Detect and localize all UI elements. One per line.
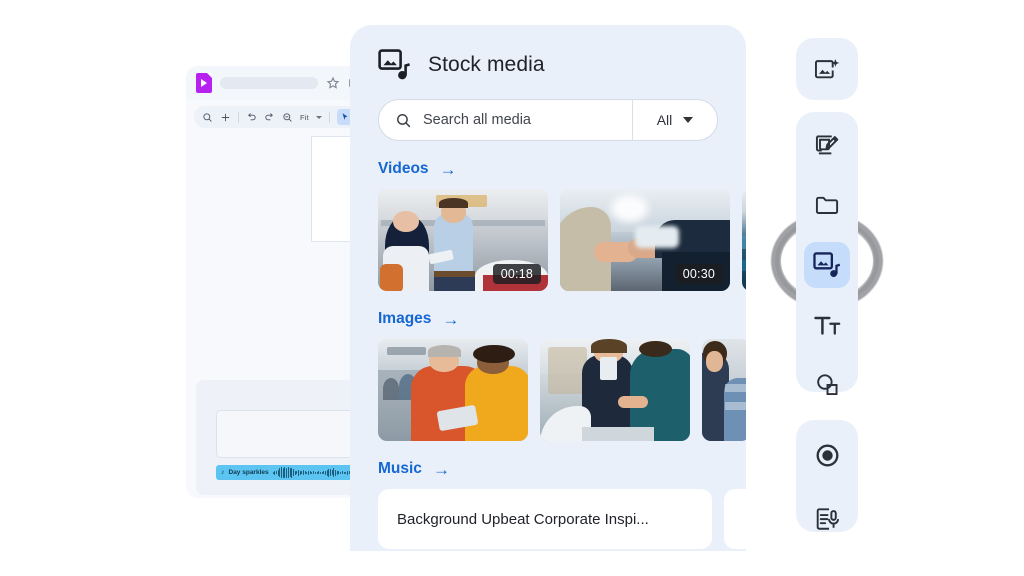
record-button[interactable] bbox=[804, 432, 850, 478]
editor-toolbar[interactable]: Fit bbox=[194, 106, 358, 128]
redo-icon[interactable] bbox=[264, 112, 275, 123]
toolbar-divider-2 bbox=[328, 111, 330, 123]
chevron-down-icon bbox=[683, 117, 694, 123]
script-voiceover-icon bbox=[815, 507, 840, 532]
panel-header: Stock media bbox=[378, 25, 718, 81]
rail-group-generate bbox=[796, 38, 858, 100]
section-title: Music bbox=[378, 460, 422, 477]
image-thumbnail[interactable] bbox=[378, 339, 528, 441]
draw-edit-icon bbox=[815, 133, 840, 158]
arrow-right-icon[interactable]: → bbox=[442, 311, 459, 328]
video-thumbnail-partial[interactable] bbox=[742, 189, 746, 291]
music-card[interactable]: Background Upbeat Corporate Inspi... bbox=[378, 489, 712, 549]
shapes-icon bbox=[815, 373, 840, 398]
chevron-down-icon[interactable] bbox=[315, 115, 322, 119]
shapes-button[interactable] bbox=[804, 362, 850, 408]
section-header-images[interactable]: Images → bbox=[378, 310, 718, 328]
video-thumbnail[interactable]: 00:30 bbox=[560, 189, 730, 291]
script-voiceover-button[interactable] bbox=[804, 496, 850, 542]
stock-media-icon bbox=[378, 49, 412, 81]
filter-selected-value: All bbox=[656, 112, 673, 128]
document-title-field[interactable] bbox=[220, 77, 318, 89]
video-thumbnail[interactable]: 00:18 bbox=[378, 189, 548, 291]
screenshot-root: Fit ♪ Day sparkles Stock media Search al… bbox=[0, 0, 1024, 576]
generate-image-button[interactable] bbox=[804, 46, 850, 92]
search-input[interactable]: Search all media bbox=[379, 112, 632, 129]
toolbar-divider bbox=[238, 111, 239, 123]
undo-icon[interactable] bbox=[246, 112, 257, 123]
videos-row[interactable]: 00:18 00:30 bbox=[378, 189, 746, 291]
zoom-icon[interactable] bbox=[202, 112, 213, 123]
music-note-icon: ♪ bbox=[221, 469, 225, 476]
rail-group-record bbox=[796, 420, 858, 532]
media-type-filter[interactable]: All bbox=[633, 112, 717, 128]
zoom-out-icon[interactable] bbox=[282, 112, 293, 123]
plus-icon[interactable] bbox=[220, 112, 231, 123]
section-header-videos[interactable]: Videos → bbox=[378, 160, 718, 178]
google-vids-logo bbox=[196, 73, 212, 93]
folder-icon bbox=[815, 193, 840, 218]
timeline-scene-track[interactable] bbox=[216, 410, 358, 458]
stock-media-panel: Stock media Search all media All Videos … bbox=[350, 25, 746, 551]
audio-waveform bbox=[272, 467, 358, 478]
arrow-right-icon[interactable]: → bbox=[433, 461, 450, 478]
video-editor-window: Fit ♪ Day sparkles bbox=[186, 66, 358, 498]
search-bar[interactable]: Search all media All bbox=[378, 99, 718, 141]
image-thumbnail-partial[interactable] bbox=[702, 339, 746, 441]
stock-media-icon bbox=[812, 251, 842, 279]
arrow-right-icon[interactable]: → bbox=[440, 161, 457, 178]
record-icon bbox=[815, 443, 840, 468]
page-title: Stock media bbox=[428, 53, 545, 76]
editor-titlebar bbox=[186, 66, 358, 100]
generate-image-icon bbox=[814, 57, 840, 82]
folder-button[interactable] bbox=[804, 182, 850, 228]
star-icon[interactable] bbox=[326, 76, 340, 90]
section-header-music[interactable]: Music → bbox=[378, 460, 718, 478]
editor-timeline[interactable]: ♪ Day sparkles bbox=[196, 380, 358, 495]
video-duration-badge: 00:30 bbox=[674, 264, 723, 284]
timeline-audio-clip[interactable]: ♪ Day sparkles bbox=[216, 465, 358, 480]
audio-clip-name: Day sparkles bbox=[228, 469, 269, 476]
music-row[interactable]: Background Upbeat Corporate Inspi... bbox=[378, 489, 746, 549]
rail-group-insert bbox=[796, 112, 858, 395]
text-button[interactable] bbox=[804, 302, 850, 348]
search-icon bbox=[395, 112, 412, 129]
video-duration-badge: 00:18 bbox=[492, 264, 541, 284]
text-icon bbox=[813, 314, 841, 337]
image-thumbnail[interactable] bbox=[540, 339, 690, 441]
search-placeholder: Search all media bbox=[423, 112, 531, 128]
images-row[interactable] bbox=[378, 339, 746, 441]
stock-media-button[interactable] bbox=[804, 242, 850, 288]
draw-edit-button[interactable] bbox=[804, 122, 850, 168]
music-track-title: Background Upbeat Corporate Inspi... bbox=[397, 510, 649, 528]
music-card-partial[interactable] bbox=[724, 489, 746, 549]
section-title: Images bbox=[378, 310, 432, 327]
section-title: Videos bbox=[378, 160, 429, 177]
zoom-fit-label[interactable]: Fit bbox=[300, 113, 309, 122]
